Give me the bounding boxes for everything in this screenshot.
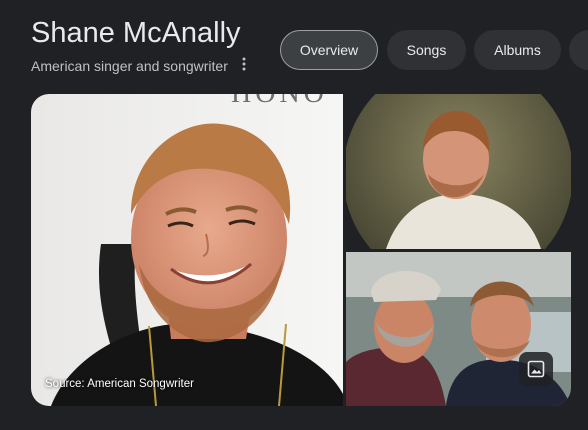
image-icon bbox=[527, 360, 545, 378]
tab-songs[interactable]: Songs bbox=[387, 30, 466, 70]
page-title: Shane McAnally bbox=[31, 17, 241, 49]
tab-overview[interactable]: Overview bbox=[280, 30, 378, 70]
portrait-image bbox=[346, 94, 571, 249]
tab-albums[interactable]: Albums bbox=[474, 30, 561, 70]
secondary-photo-bottom[interactable] bbox=[346, 252, 571, 406]
secondary-photo-top[interactable] bbox=[346, 94, 571, 249]
view-images-button[interactable] bbox=[519, 352, 553, 386]
backdrop-text: HONO bbox=[231, 94, 328, 109]
entity-subtitle: American singer and songwriter bbox=[31, 58, 228, 74]
portrait-image: HONO bbox=[31, 94, 343, 406]
more-vert-icon bbox=[242, 57, 246, 71]
main-photo[interactable]: HONO Source: American Songwriter bbox=[31, 94, 343, 406]
image-source-caption: Source: American Songwriter bbox=[45, 378, 194, 390]
more-options-button[interactable] bbox=[234, 54, 254, 74]
tab-more[interactable] bbox=[569, 30, 588, 70]
knowledge-panel: Shane McAnally American singer and songw… bbox=[0, 0, 588, 430]
